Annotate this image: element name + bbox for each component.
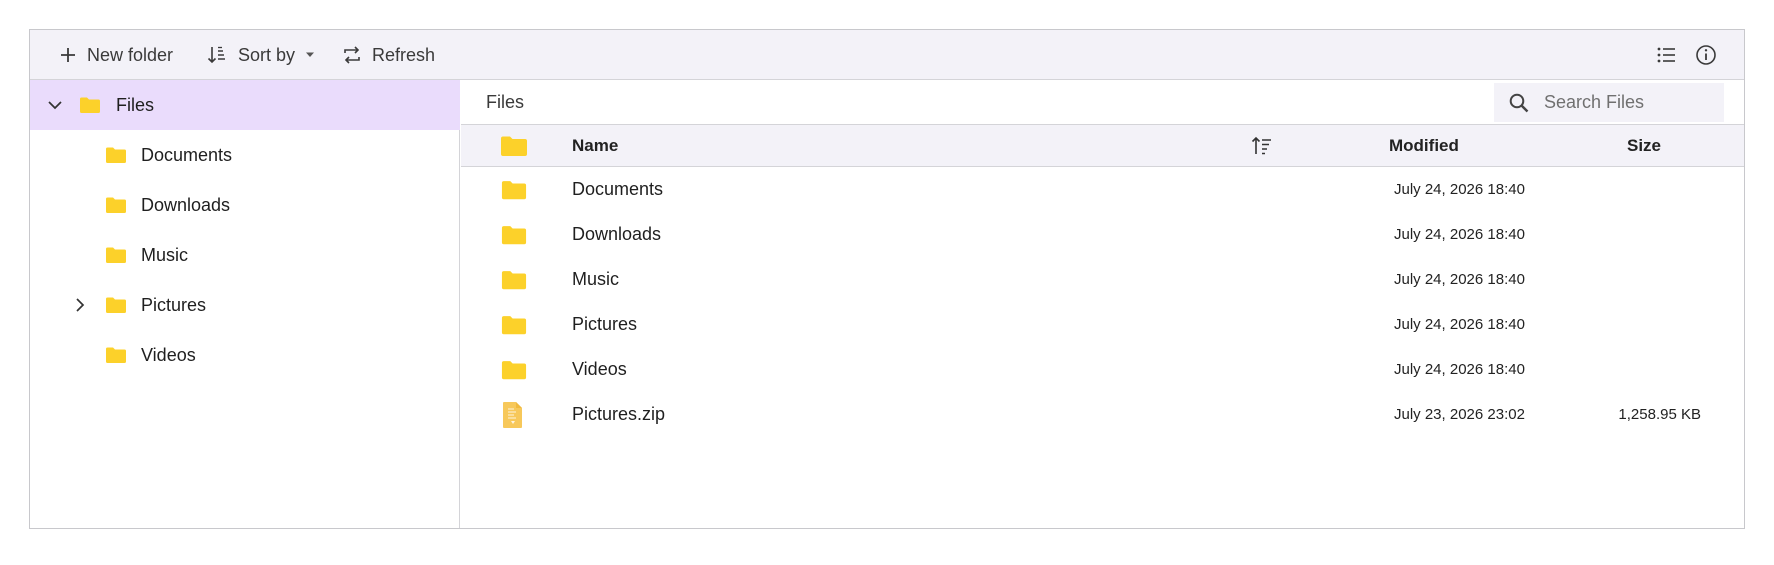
modified-date: July 24, 2026 18:40 bbox=[1394, 226, 1525, 243]
folder-icon bbox=[106, 197, 126, 213]
modified-date: July 24, 2026 18:40 bbox=[1394, 271, 1525, 288]
modified-date: July 24, 2026 18:40 bbox=[1394, 181, 1525, 198]
sort-icon bbox=[207, 46, 225, 64]
folder-icon bbox=[106, 297, 126, 313]
table-row[interactable]: Pictures.zip July 23, 2026 23:02 1,258.9… bbox=[461, 392, 1744, 437]
file-name: Pictures.zip bbox=[572, 404, 666, 424]
zip-file-icon bbox=[503, 402, 522, 428]
chevron-right-icon[interactable] bbox=[71, 296, 89, 314]
tree-item-music[interactable]: Music bbox=[30, 230, 460, 280]
refresh-icon bbox=[344, 46, 360, 64]
file-size: 1,258.95 KB bbox=[1618, 406, 1701, 423]
breadcrumb[interactable]: Files bbox=[486, 92, 524, 113]
file-name: Downloads bbox=[572, 224, 662, 244]
file-name: Documents bbox=[572, 179, 664, 199]
search-box[interactable] bbox=[1494, 83, 1724, 122]
file-name: Music bbox=[572, 269, 620, 289]
tree-item-documents[interactable]: Documents bbox=[30, 130, 460, 180]
navigation-pane: Files Documents Downloads Music Pictures… bbox=[30, 80, 460, 528]
folder-icon bbox=[501, 136, 527, 156]
toolbar: New folder Sort by Refresh bbox=[30, 30, 1744, 80]
refresh-button[interactable]: Refresh bbox=[342, 30, 435, 80]
table-row[interactable]: Videos July 24, 2026 18:40 bbox=[461, 347, 1744, 392]
info-icon[interactable] bbox=[1694, 43, 1718, 67]
tree-item-files[interactable]: Files bbox=[30, 80, 460, 130]
table-row[interactable]: Downloads July 24, 2026 18:40 bbox=[461, 212, 1744, 257]
plus-icon bbox=[61, 48, 75, 62]
folder-icon bbox=[501, 181, 527, 200]
content-pane: Files Name Modified Size bbox=[461, 80, 1744, 528]
grid-header: Name Modified Size bbox=[461, 125, 1744, 167]
folder-icon bbox=[106, 247, 126, 263]
file-manager: New folder Sort by Refresh Files Documen… bbox=[29, 29, 1745, 529]
sort-by-button[interactable]: Sort by bbox=[206, 30, 315, 80]
chevron-down-icon[interactable] bbox=[46, 96, 64, 114]
folder-icon bbox=[501, 361, 527, 380]
table-row[interactable]: Music July 24, 2026 18:40 bbox=[461, 257, 1744, 302]
table-row[interactable]: Documents July 24, 2026 18:40 bbox=[461, 167, 1744, 212]
new-folder-button[interactable]: New folder bbox=[59, 30, 173, 80]
tree-item-videos[interactable]: Videos bbox=[30, 330, 460, 380]
column-header-size[interactable]: Size bbox=[1627, 136, 1661, 156]
folder-icon bbox=[80, 97, 100, 113]
file-name: Pictures bbox=[572, 314, 638, 334]
folder-icon bbox=[501, 316, 527, 335]
tree-item-downloads[interactable]: Downloads bbox=[30, 180, 460, 230]
folder-icon bbox=[106, 347, 126, 363]
folder-icon bbox=[501, 226, 527, 245]
tree-item-label: Music bbox=[141, 245, 189, 265]
table-row[interactable]: Pictures July 24, 2026 18:40 bbox=[461, 302, 1744, 347]
modified-date: July 24, 2026 18:40 bbox=[1394, 361, 1525, 378]
tree-item-label: Downloads bbox=[141, 195, 231, 215]
sort-ascending-icon[interactable] bbox=[1251, 135, 1273, 157]
folder-icon bbox=[501, 271, 527, 290]
tree-item-label: Videos bbox=[141, 345, 196, 365]
sort-by-label: Sort by bbox=[238, 44, 296, 65]
folder-icon bbox=[106, 147, 126, 163]
column-header-name[interactable]: Name bbox=[572, 136, 618, 156]
caret-down-icon bbox=[306, 52, 315, 57]
tree-item-label: Files bbox=[116, 95, 155, 115]
modified-date: July 23, 2026 23:02 bbox=[1394, 406, 1525, 423]
column-header-modified[interactable]: Modified bbox=[1389, 136, 1459, 156]
tree-item-pictures[interactable]: Pictures bbox=[30, 280, 460, 330]
search-icon bbox=[1509, 93, 1529, 112]
tree-item-label: Pictures bbox=[141, 295, 207, 315]
search-input[interactable] bbox=[1544, 92, 1704, 113]
new-folder-label: New folder bbox=[87, 44, 174, 65]
refresh-label: Refresh bbox=[372, 44, 436, 65]
tree-item-label: Documents bbox=[141, 145, 233, 165]
modified-date: July 24, 2026 18:40 bbox=[1394, 316, 1525, 333]
list-view-icon[interactable] bbox=[1654, 43, 1678, 67]
file-name: Videos bbox=[572, 359, 627, 379]
address-bar: Files bbox=[461, 80, 1744, 125]
